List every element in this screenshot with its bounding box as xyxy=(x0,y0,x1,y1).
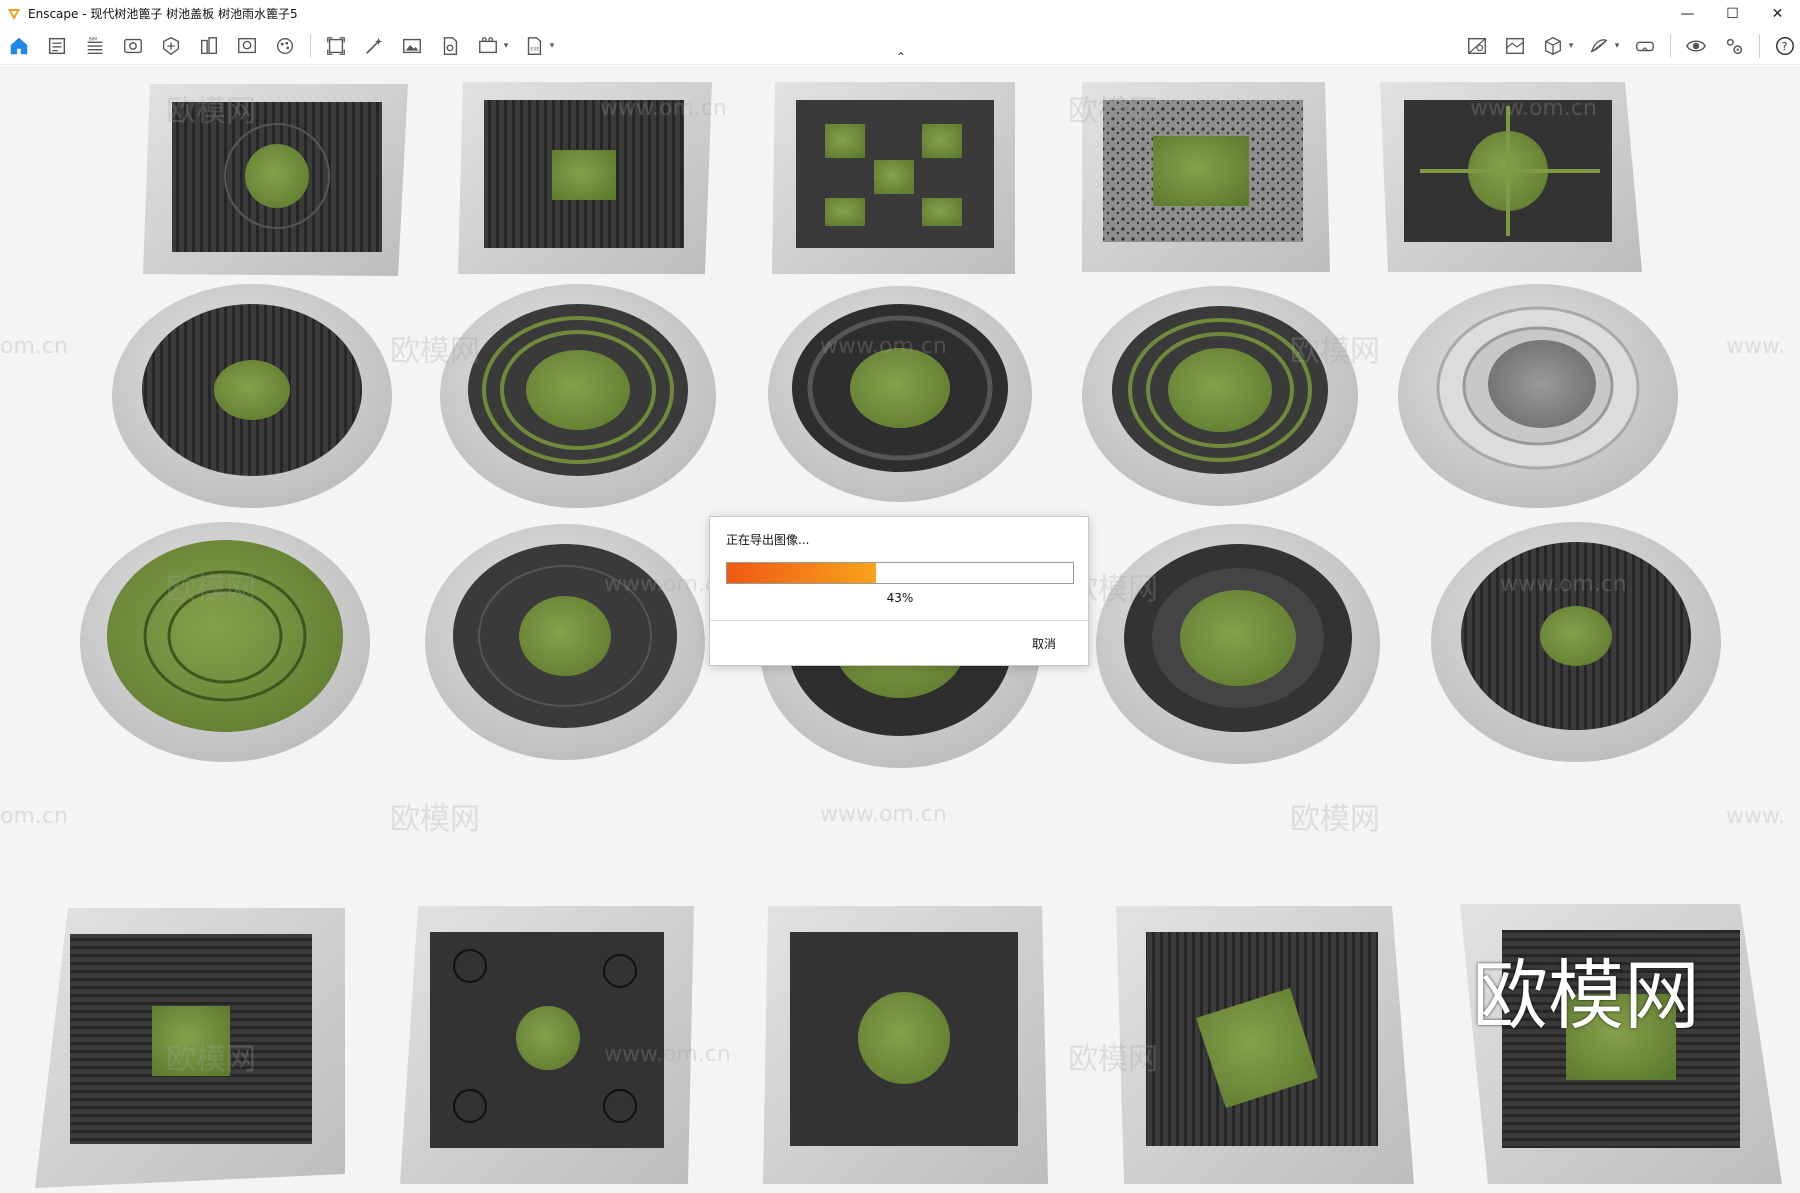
watermark-domain: www.om.cn xyxy=(1500,572,1627,597)
help-icon: ? xyxy=(1776,37,1794,55)
bim-button[interactable]: BIM xyxy=(76,31,114,61)
round-grate-7 xyxy=(425,524,705,760)
site-context-icon xyxy=(200,37,218,55)
round-grate-10 xyxy=(1431,522,1721,762)
batch-render-icon xyxy=(327,37,345,55)
export-progress-bar xyxy=(726,562,1074,584)
sketch-icon xyxy=(1590,39,1608,53)
panorama-button[interactable] xyxy=(431,31,469,61)
toolbar-separator xyxy=(1759,34,1760,58)
render-button[interactable] xyxy=(355,31,393,61)
watermark-domain: www. xyxy=(1726,334,1785,359)
export-icon: EXE xyxy=(527,37,542,55)
watermark-domain: www.om.cn xyxy=(1470,96,1597,121)
visual-settings-icon xyxy=(162,36,180,56)
round-grate-9 xyxy=(1096,524,1380,764)
export-dropdown-caret[interactable]: ▾ xyxy=(547,31,557,61)
view-management-button[interactable] xyxy=(1458,31,1496,61)
cancel-button[interactable]: 取消 xyxy=(1032,635,1056,652)
render-icon xyxy=(366,37,383,54)
project-info-button[interactable] xyxy=(38,31,76,61)
square-grate-9 xyxy=(1116,906,1414,1184)
view-icon xyxy=(124,38,142,54)
settings-icon xyxy=(1726,38,1743,55)
view-management-icon xyxy=(1468,37,1486,55)
asset-library-icon xyxy=(238,37,256,54)
svg-text:EXE: EXE xyxy=(530,47,539,53)
toolbar-collapse-toggle[interactable]: ⌃ xyxy=(890,50,912,64)
watermark-domain: www.om.cn xyxy=(604,1042,731,1067)
toolbar-right-group: ▾ ▾ ? xyxy=(1458,27,1800,65)
watermark-domain: om.cn xyxy=(0,804,68,829)
video-icon xyxy=(479,37,497,54)
site-context-button[interactable] xyxy=(190,31,228,61)
watermark-brand: 欧模网 xyxy=(1068,94,1158,129)
visual-settings-button[interactable] xyxy=(152,31,190,61)
vr-headset-button[interactable] xyxy=(1626,31,1664,61)
square-grate-8 xyxy=(763,906,1048,1184)
project-info-icon xyxy=(48,37,66,55)
progress-percent-label: 43% xyxy=(886,591,914,605)
batch-render-button[interactable] xyxy=(317,31,355,61)
round-grate-2 xyxy=(440,284,716,508)
title-bar: Enscape - 现代树池篦子 树池盖板 树池雨水篦子5 — ☐ ✕ xyxy=(0,0,1800,27)
dialog-divider xyxy=(710,620,1090,621)
render-settings-icon xyxy=(1506,37,1524,55)
object-icon xyxy=(1545,37,1561,55)
asset-library-button[interactable] xyxy=(228,31,266,61)
round-grate-5 xyxy=(1398,284,1678,508)
panorama-icon xyxy=(443,37,458,55)
watermark-domain: www.om.cn xyxy=(600,96,727,121)
watermark-brand: 欧模网 xyxy=(166,94,256,129)
sketch-dropdown-caret[interactable]: ▾ xyxy=(1612,31,1622,61)
export-progress-dialog: 正在导出图像... 43% 取消 xyxy=(709,516,1090,666)
video-dropdown-caret[interactable]: ▾ xyxy=(501,31,511,61)
square-grate-3 xyxy=(772,82,1015,274)
bim-icon: BIM xyxy=(87,37,103,55)
close-button[interactable]: ✕ xyxy=(1755,0,1800,27)
dialog-title: 正在导出图像... xyxy=(726,533,810,547)
preview-eye-icon xyxy=(1686,40,1706,52)
export-progress-fill xyxy=(727,563,876,583)
watermark-brand: 欧模网 xyxy=(1068,1042,1158,1077)
object-dropdown-caret[interactable]: ▾ xyxy=(1566,31,1576,61)
toolbar-separator xyxy=(310,34,311,58)
round-grate-1 xyxy=(112,284,392,508)
watermark-brand: 欧模网 xyxy=(166,572,256,607)
watermark-domain: om.cn xyxy=(0,334,68,359)
preview-eye-button[interactable] xyxy=(1677,31,1715,61)
watermark-domain: www. xyxy=(1726,804,1785,829)
watermark-brand: 欧模网 xyxy=(1290,802,1380,837)
render-settings-button[interactable] xyxy=(1496,31,1534,61)
watermark-brand: 欧模网 xyxy=(390,802,480,837)
screenshot-button[interactable] xyxy=(393,31,431,61)
view-button[interactable] xyxy=(114,31,152,61)
help-button[interactable]: ? xyxy=(1766,31,1800,61)
watermark-domain: www.om.cn xyxy=(820,802,947,827)
screenshot-icon xyxy=(403,38,421,54)
watermark-domain: www.om.cn xyxy=(820,334,947,359)
round-grate-4 xyxy=(1082,286,1358,506)
svg-text:BIM: BIM xyxy=(89,37,97,43)
window-title: Enscape - 现代树池篦子 树池盖板 树池雨水篦子5 xyxy=(28,7,298,21)
enscape-logo-icon xyxy=(8,8,20,20)
settings-button[interactable] xyxy=(1715,31,1753,61)
vr-headset-icon xyxy=(1636,41,1654,52)
material-editor-icon xyxy=(276,37,294,55)
toolbar-left-group: BIM ▾ EXE ▾ xyxy=(0,27,561,65)
watermark-brand: 欧模网 xyxy=(1290,334,1380,369)
watermark-big-brand: 欧模网 xyxy=(1472,951,1700,1040)
home-button[interactable] xyxy=(0,31,38,61)
home-icon xyxy=(10,37,28,55)
round-grate-6 xyxy=(80,522,370,762)
material-editor-button[interactable] xyxy=(266,31,304,61)
svg-text:?: ? xyxy=(1782,40,1788,53)
toolbar-separator xyxy=(1670,34,1671,58)
watermark-brand: 欧模网 xyxy=(166,1042,256,1077)
watermark-brand: 欧模网 xyxy=(390,334,480,369)
round-grate-3 xyxy=(768,286,1032,502)
window-controls: — ☐ ✕ xyxy=(1665,0,1800,27)
minimize-button[interactable]: — xyxy=(1665,0,1710,27)
maximize-button[interactable]: ☐ xyxy=(1710,0,1755,27)
